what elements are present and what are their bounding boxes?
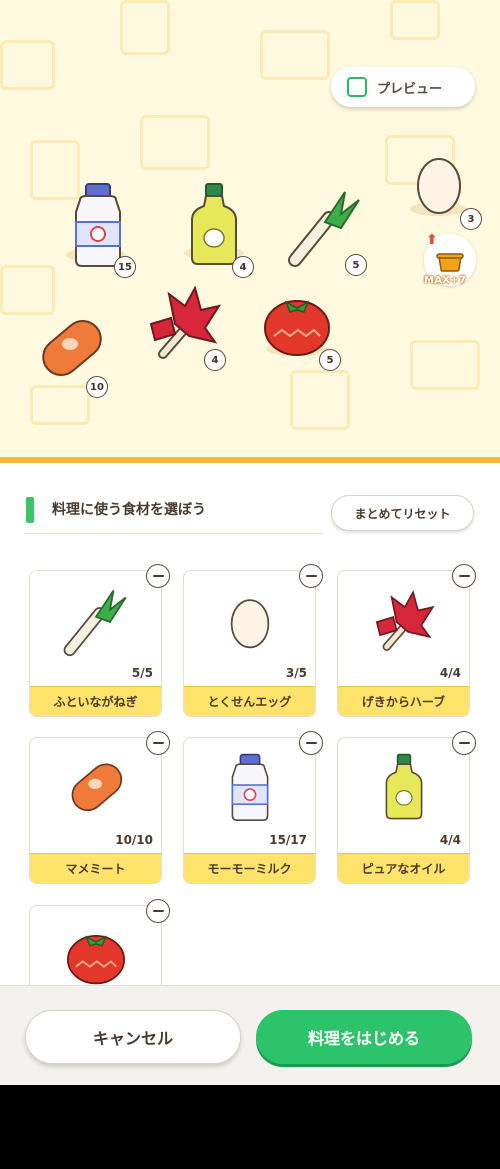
tomato-icon — [66, 935, 125, 985]
section-marker — [26, 497, 34, 523]
egg-icon — [230, 599, 269, 649]
preview-toggle[interactable]: プレビュー — [331, 67, 475, 107]
card-quantity: 10/10 — [115, 833, 153, 847]
preview-label: プレビュー — [377, 81, 443, 97]
sausage-icon — [71, 763, 122, 812]
count-badge: 10 — [86, 376, 108, 398]
card-quantity: 4/4 — [439, 833, 461, 847]
stage-item-herb: 4 — [145, 284, 230, 374]
card-name: マメミート — [30, 853, 161, 883]
decrease-button[interactable] — [299, 731, 323, 755]
ingredient-card-leek[interactable]: 5/5 ふといながねぎ — [29, 570, 162, 717]
cooking-pot-icon — [436, 253, 464, 272]
count-badge: 15 — [114, 256, 136, 278]
decrease-button[interactable] — [452, 564, 476, 588]
start-cooking-button[interactable]: 料理をはじめる — [256, 1010, 472, 1064]
count-badge: 4 — [232, 256, 254, 278]
ingredient-card-herb[interactable]: 4/4 げきからハーブ — [337, 570, 470, 717]
system-bar — [0, 1085, 500, 1169]
pot-max-label: MAX+7 — [424, 275, 467, 286]
section-title: 料理に使う食材を選ぼう — [52, 502, 206, 518]
preview-checkbox[interactable] — [347, 77, 367, 97]
tomato-icon — [264, 300, 330, 356]
section-underline — [24, 533, 322, 534]
card-quantity: 4/4 — [439, 666, 461, 680]
decrease-button[interactable] — [146, 731, 170, 755]
ingredient-card-sausage[interactable]: 10/10 マメミート — [29, 737, 162, 884]
oil-icon — [385, 753, 422, 820]
card-name: モーモーミルク — [184, 853, 315, 883]
decrease-button[interactable] — [299, 564, 323, 588]
stage-item-tomato: 5 — [262, 292, 347, 372]
stage-item-sausage: 10 — [32, 310, 117, 400]
ingredient-card-milk[interactable]: 15/17 モーモーミルク — [183, 737, 316, 884]
stage-item-leek: 5 — [285, 188, 370, 278]
decrease-button[interactable] — [146, 564, 170, 588]
ingredient-stage: プレビュー 15 4 5 3 ⬆ MAX+7 10 4 5 — [0, 0, 500, 460]
milk-icon — [231, 753, 268, 821]
card-quantity: 3/5 — [285, 666, 307, 680]
reset-all-button[interactable]: まとめてリセット — [331, 495, 474, 531]
count-badge: 5 — [319, 349, 341, 371]
count-badge: 5 — [345, 254, 367, 276]
herb-icon — [375, 590, 435, 651]
count-badge: 3 — [460, 208, 482, 230]
ingredient-card-oil[interactable]: 4/4 ピュアなオイル — [337, 737, 470, 884]
arrow-up-icon: ⬆ — [426, 232, 438, 248]
egg-icon — [417, 158, 461, 214]
ingredient-card-egg[interactable]: 3/5 とくせんエッグ — [183, 570, 316, 717]
card-name: ピュアなオイル — [338, 853, 469, 883]
stage-item-milk: 15 — [60, 182, 140, 278]
card-name: とくせんエッグ — [184, 686, 315, 716]
cancel-button[interactable]: キャンセル — [25, 1010, 241, 1064]
stage-item-egg: 3 — [408, 150, 488, 232]
count-badge: 4 — [204, 349, 226, 371]
decrease-button[interactable] — [452, 731, 476, 755]
card-name: ふといながねぎ — [30, 686, 161, 716]
leek-icon — [63, 590, 126, 657]
card-name: げきからハーブ — [338, 686, 469, 716]
decrease-button[interactable] — [146, 899, 170, 923]
card-quantity: 15/17 — [269, 833, 307, 847]
card-quantity: 5/5 — [131, 666, 153, 680]
stage-item-oil: 4 — [180, 182, 260, 278]
